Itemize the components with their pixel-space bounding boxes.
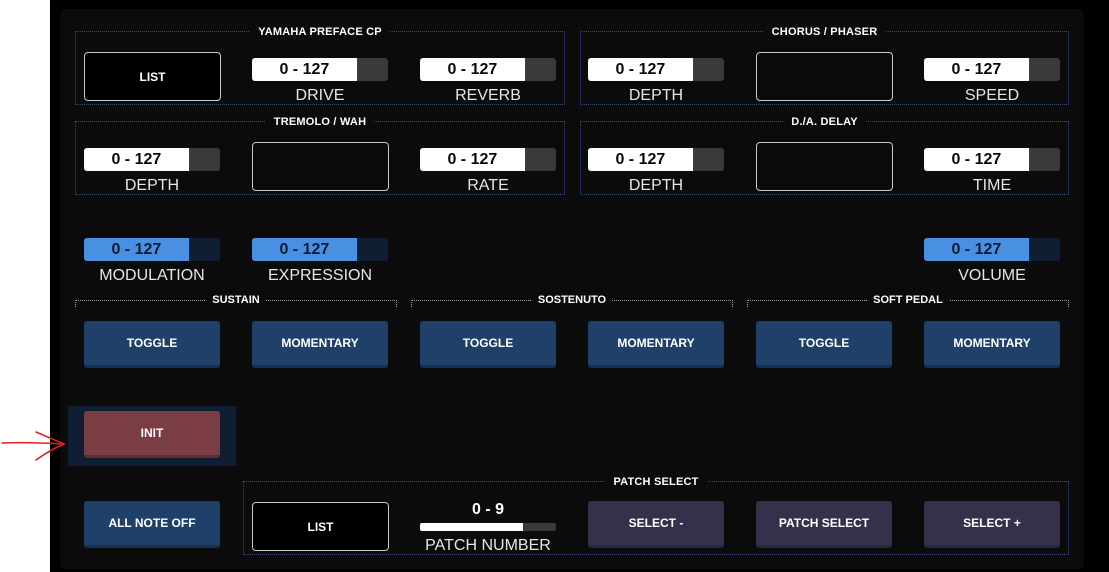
chorus-speed-value: 0 - 127 bbox=[924, 58, 1029, 81]
sustain-toggle-button[interactable]: TOGGLE bbox=[84, 321, 220, 368]
sustain-title: SUSTAIN bbox=[186, 293, 286, 307]
patch-list-button[interactable]: LIST bbox=[252, 502, 389, 551]
all-note-off-button[interactable]: ALL NOTE OFF bbox=[84, 501, 220, 548]
sostenuto-toggle-button[interactable]: TOGGLE bbox=[420, 321, 556, 368]
tremolo-rate-value: 0 - 127 bbox=[420, 148, 525, 171]
patch-number-fill bbox=[420, 523, 524, 531]
select-minus-button[interactable]: SELECT - bbox=[588, 501, 724, 548]
delay-depth-label: DEPTH bbox=[628, 177, 684, 194]
tremolo-rate-label: RATE bbox=[467, 177, 509, 194]
drive-slider[interactable]: 0 - 127 bbox=[252, 58, 388, 81]
modulation-value: 0 - 127 bbox=[84, 238, 189, 261]
delay-depth-value: 0 - 127 bbox=[588, 148, 693, 171]
patch-number-value: 0 - 9 bbox=[471, 501, 504, 518]
expression-slider[interactable]: 0 - 127 bbox=[252, 238, 388, 261]
drive-value: 0 - 127 bbox=[252, 58, 357, 81]
delay-time-slider[interactable]: 0 - 127 bbox=[924, 148, 1060, 171]
init-button[interactable]: INIT bbox=[84, 411, 220, 458]
expression-label: EXPRESSION bbox=[267, 267, 373, 284]
select-plus-button[interactable]: SELECT + bbox=[924, 501, 1060, 548]
tremolo-depth-slider[interactable]: 0 - 127 bbox=[84, 148, 220, 171]
tremolo-depth-label: DEPTH bbox=[124, 177, 180, 194]
chorus-speed-slider[interactable]: 0 - 127 bbox=[924, 58, 1060, 81]
chorus-depth-slider[interactable]: 0 - 127 bbox=[588, 58, 724, 81]
list-button[interactable]: LIST bbox=[84, 52, 221, 101]
soft-pedal-title: SOFT PEDAL bbox=[848, 293, 968, 307]
delay-time-value: 0 - 127 bbox=[924, 148, 1029, 171]
tremolo-empty-button[interactable] bbox=[252, 142, 389, 191]
reverb-label: REVERB bbox=[455, 87, 521, 104]
chorus-empty-button[interactable] bbox=[756, 52, 893, 101]
patch-number-label: PATCH NUMBER bbox=[425, 537, 551, 554]
sustain-momentary-button[interactable]: MOMENTARY bbox=[252, 321, 388, 368]
modulation-label: MODULATION bbox=[99, 267, 205, 284]
tremolo-depth-value: 0 - 127 bbox=[84, 148, 189, 171]
tremolo-rate-slider[interactable]: 0 - 127 bbox=[420, 148, 556, 171]
modulation-slider[interactable]: 0 - 127 bbox=[84, 238, 220, 261]
sostenuto-title: SOSTENUTO bbox=[522, 293, 622, 307]
volume-value: 0 - 127 bbox=[924, 238, 1029, 261]
chorus-speed-label: SPEED bbox=[964, 87, 1020, 104]
chorus-depth-value: 0 - 127 bbox=[588, 58, 693, 81]
reverb-slider[interactable]: 0 - 127 bbox=[420, 58, 556, 81]
soft-pedal-momentary-button[interactable]: MOMENTARY bbox=[924, 321, 1060, 368]
patch-number-slider[interactable] bbox=[420, 523, 556, 531]
reverb-value: 0 - 127 bbox=[420, 58, 525, 81]
annotation-arrow-icon bbox=[1, 431, 66, 461]
expression-value: 0 - 127 bbox=[252, 238, 357, 261]
volume-label: VOLUME bbox=[958, 267, 1026, 284]
volume-slider[interactable]: 0 - 127 bbox=[924, 238, 1060, 261]
delay-time-label: TIME bbox=[972, 177, 1012, 194]
soft-pedal-toggle-button[interactable]: TOGGLE bbox=[756, 321, 892, 368]
patch-select-button[interactable]: PATCH SELECT bbox=[756, 501, 892, 548]
delay-depth-slider[interactable]: 0 - 127 bbox=[588, 148, 724, 171]
sostenuto-momentary-button[interactable]: MOMENTARY bbox=[588, 321, 724, 368]
chorus-depth-label: DEPTH bbox=[628, 87, 684, 104]
delay-empty-button[interactable] bbox=[756, 142, 893, 191]
drive-label: DRIVE bbox=[295, 87, 345, 104]
